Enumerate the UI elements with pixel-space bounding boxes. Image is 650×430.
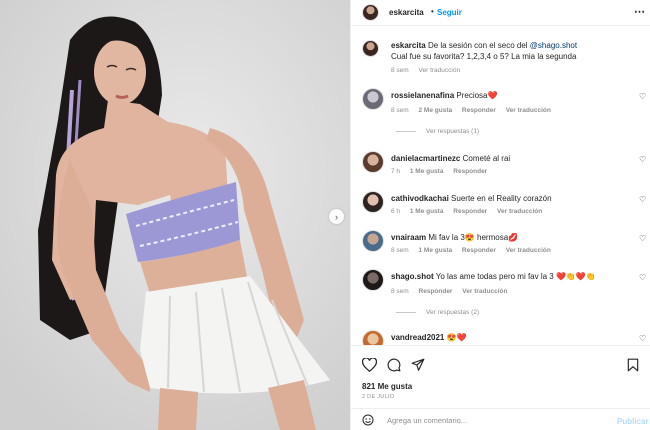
comment-time: 8 sem [391,247,409,254]
comment-username[interactable]: cathivodkachai [391,194,449,203]
comments-list[interactable]: eskarcita De la sesión con el seco del @… [351,27,650,345]
comment-username[interactable]: danielacmartinezc [391,154,460,163]
comment-likes[interactable]: 1 Me gusta [419,247,453,254]
view-replies-button[interactable]: Ver respuestas (1) [396,128,479,135]
view-replies-button[interactable]: Ver respuestas (2) [396,309,479,316]
emoji-icon[interactable] [362,414,374,426]
comment-body: vnairaam Mi fav la 3😍 hermosa💋 [391,232,621,243]
post-date: 2 DE JULIO [362,394,395,400]
comment-time: 8 sem [391,107,409,114]
comment-text: Suerte en el Reality corazón [451,194,552,203]
reply-button[interactable]: Responder [462,107,496,114]
comment-meta: 6 h 1 Me gusta Responder Ver traducción [391,208,550,215]
comment-icon[interactable] [387,358,401,372]
commenter-avatar[interactable] [362,269,384,291]
comment-meta: 7 h 1 Me gusta Responder [391,168,495,175]
separator-dot: • [431,7,434,16]
reply-button[interactable]: Responder [453,168,487,175]
heart-icon[interactable]: ♡ [639,234,646,243]
post-actions [351,345,650,385]
commenter-avatar[interactable] [362,151,384,173]
comment-likes[interactable]: 2 Me gusta [419,107,453,114]
author-username[interactable]: eskarcita [389,8,424,17]
comment-text: 😍❤️ [446,333,467,342]
caption-translate-link[interactable]: Ver traducción [419,67,461,74]
caption-username[interactable]: eskarcita [391,41,426,50]
post-photo-illustration [0,0,350,430]
comment-time: 6 h [391,208,401,215]
comment-meta: 8 sem 2 Me gusta Responder Ver traducció… [391,107,559,114]
comment-text: Yo las ame todas pero mi fav la 3 ❤️👏❤️👏 [435,272,596,281]
more-icon[interactable]: ⋯ [634,5,645,18]
heart-icon[interactable] [362,358,377,372]
caption-time: 8 sem [391,67,409,74]
add-comment-bar: Publicar [351,408,650,430]
comment-body: shago.shot Yo las ame todas pero mi fav … [391,271,621,282]
chevron-right-icon: › [335,211,338,222]
follow-button[interactable]: Seguir [437,8,462,17]
caption-tag-link[interactable]: @shago.shot [530,41,577,50]
comment-username[interactable]: vandread2021 [391,333,444,342]
translate-link[interactable]: Ver traducción [462,288,507,295]
reply-button[interactable]: Responder [462,247,496,254]
translate-link[interactable]: Ver traducción [506,107,551,114]
comment-meta: 8 sem Responder Ver traducción [391,288,515,295]
comment-input[interactable] [387,413,607,427]
commenter-avatar[interactable] [362,191,384,213]
comment-meta: 8 sem 1 Me gusta Responder Ver traducció… [391,247,559,254]
likes-count[interactable]: 821 Me gusta [362,382,412,391]
commenter-avatar[interactable] [362,230,384,252]
comment-body: cathivodkachai Suerte en el Reality cora… [391,193,621,204]
author-avatar[interactable] [362,4,379,21]
heart-icon[interactable]: ♡ [639,273,646,282]
heart-icon[interactable]: ♡ [639,155,646,164]
comment-time: 7 h [391,168,401,175]
comment-body: rossielanenafina Preciosa❤️ [391,90,621,101]
comment-username[interactable]: shago.shot [391,272,434,281]
post-detail-panel: eskarcita • Seguir ⋯ eskarcita De la ses… [350,0,650,430]
heart-icon[interactable]: ♡ [639,92,646,101]
next-photo-button[interactable]: › [329,209,344,224]
comment-body: danielacmartinezc Cometé al rai [391,153,621,164]
view-replies-label: Ver respuestas (2) [426,309,480,316]
reply-button[interactable]: Responder [419,288,453,295]
reply-button[interactable]: Responder [453,208,487,215]
view-replies-label: Ver respuestas (1) [426,128,480,135]
comment-username[interactable]: rossielanenafina [391,91,454,100]
bookmark-icon[interactable] [627,358,639,372]
commenter-avatar[interactable] [362,330,384,345]
comment-body: vandread2021 😍❤️ [391,332,621,343]
translate-link[interactable]: Ver traducción [497,208,542,215]
comment-text: Cometé al rai [462,154,511,163]
post-photo: › [0,0,350,430]
comment-likes[interactable]: 1 Me gusta [410,168,444,175]
comment-username[interactable]: vnairaam [391,233,426,242]
post-header: eskarcita • Seguir ⋯ [351,0,650,26]
comment-text: Preciosa❤️ [456,91,498,100]
caption: eskarcita De la sesión con el seco del @… [391,40,641,76]
caption-avatar[interactable] [362,40,379,57]
share-icon[interactable] [411,358,425,372]
comment-time: 8 sem [391,288,409,295]
translate-link[interactable]: Ver traducción [506,247,551,254]
heart-icon[interactable]: ♡ [639,195,646,204]
caption-meta: 8 sem Ver traducción [391,65,641,76]
replies-divider [396,131,416,132]
commenter-avatar[interactable] [362,88,384,110]
heart-icon[interactable]: ♡ [639,334,646,343]
caption-text-2: Cual fue su favorita? 1,2,3,4 o 5? La mi… [391,52,577,61]
caption-text-1: De la sesión con el seco del [427,41,528,50]
replies-divider [396,312,416,313]
comment-text: Mi fav la 3😍 hermosa💋 [428,233,519,242]
publish-button[interactable]: Publicar [617,417,649,426]
comment-likes[interactable]: 1 Me gusta [410,208,444,215]
